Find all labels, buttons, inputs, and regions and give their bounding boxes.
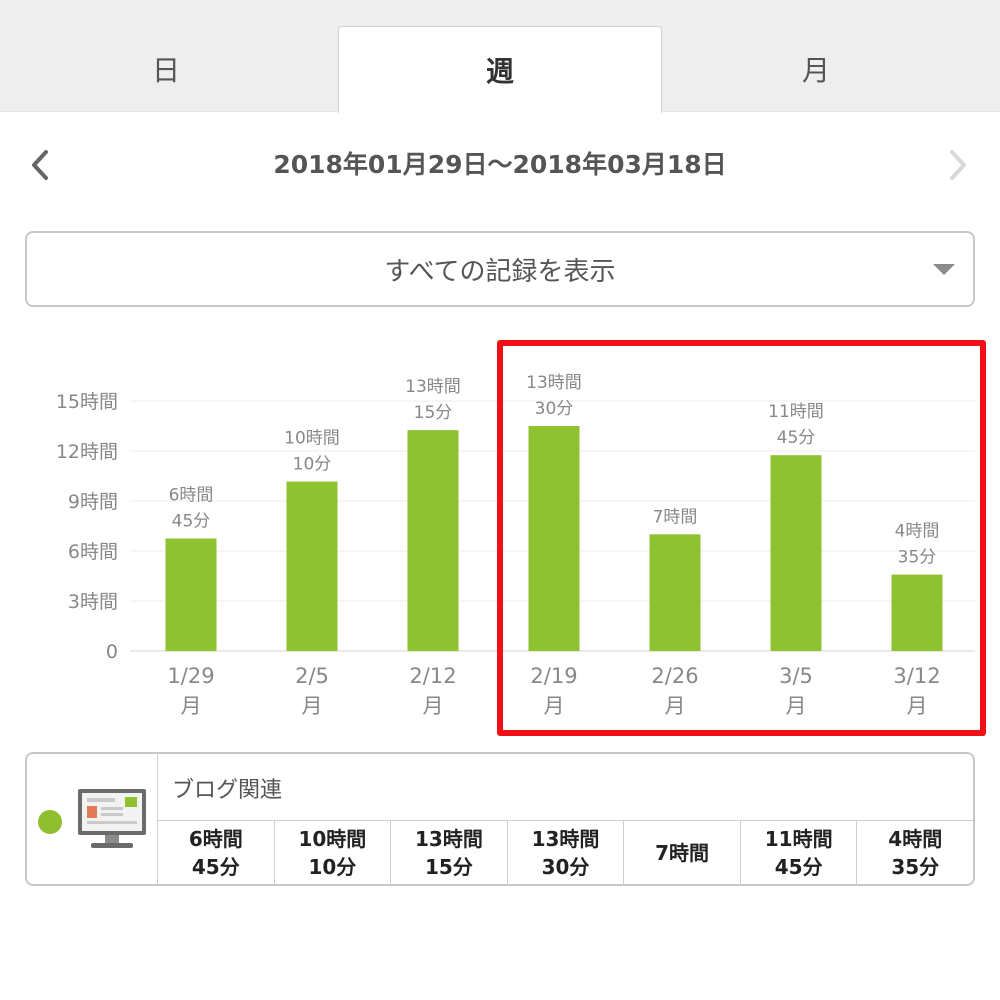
next-period-button[interactable]: [938, 142, 978, 188]
weekly-total-cell: 13時間 15分: [390, 821, 507, 884]
y-tick-label: 12時間: [56, 441, 118, 463]
monitor-icon: [78, 789, 146, 848]
weekly-total-text: 7時間: [655, 840, 710, 865]
bar-value-label: 10分: [293, 455, 332, 475]
bar: [286, 481, 338, 651]
x-category-weekday: 月: [423, 694, 444, 718]
y-tick-label: 6時間: [68, 541, 118, 563]
weekly-totals-row: 6時間 45分 10時間 10分 13時間 15分 13時間 30分 7時間 11時間 45分 4時間…: [158, 820, 973, 884]
prev-period-button[interactable]: [20, 142, 60, 188]
weekly-total-text: 6時間: [188, 826, 243, 851]
bar-value-label: 45分: [172, 512, 211, 532]
weekly-total-text: 10分: [308, 854, 357, 879]
bar: [165, 538, 217, 651]
category-name: ブログ関連: [172, 778, 283, 803]
y-tick-label: 15時間: [56, 391, 118, 413]
weekly-total-cell: 10時間 10分: [273, 821, 391, 884]
bar-value-label: 6時間: [169, 486, 214, 506]
period-tab-bar: 日 週 月: [0, 0, 1000, 113]
weekly-total-cell: 7時間: [623, 821, 740, 884]
chevron-left-icon: [32, 150, 48, 180]
weekly-total-text: 13時間: [415, 826, 483, 851]
bar-value-label: 15分: [414, 403, 453, 423]
weekly-total-text: 15分: [425, 854, 473, 879]
weekly-total-text: 45分: [774, 854, 823, 879]
y-tick-label: 0: [106, 641, 118, 663]
category-color-dot: [38, 810, 62, 834]
y-tick-label: 3時間: [68, 591, 118, 613]
weekly-total-cell: 4時間 35分: [856, 821, 973, 884]
date-range-title: 2018年01月29日〜2018年03月18日: [273, 150, 727, 179]
record-filter-value: すべての記録を表示: [384, 256, 616, 287]
caret-down-icon: [933, 264, 955, 275]
x-category-label: 1/29: [167, 664, 214, 688]
weekly-total-text: 30分: [541, 854, 590, 879]
bar-value-label: 13時間: [405, 377, 461, 397]
tab-month[interactable]: 月: [654, 26, 978, 112]
rewrite-period-highlight: [497, 340, 986, 736]
x-category-weekday: 月: [181, 694, 202, 718]
category-icon-area: [27, 754, 158, 884]
weekly-total-cell: 6時間 45分: [158, 821, 274, 884]
weekly-total-text: 45分: [191, 854, 240, 879]
category-summary-card[interactable]: ブログ関連 6時間 45分 10時間 10分 13時間 15分 13時間 30分 7時間 11時間…: [25, 752, 975, 886]
bar: [407, 430, 459, 651]
weekly-total-cell: 11時間 45分: [739, 821, 857, 884]
weekly-total-text: 13時間: [531, 826, 600, 851]
y-tick-label: 9時間: [68, 491, 118, 513]
weekly-total-cell: 13時間 30分: [506, 821, 624, 884]
date-navigation: 2018年01月29日〜2018年03月18日: [0, 130, 1000, 200]
x-category-label: 2/12: [409, 664, 456, 688]
x-category-weekday: 月: [302, 694, 323, 718]
weekly-total-text: 11時間: [764, 826, 833, 851]
x-category-label: 2/5: [295, 664, 329, 688]
weekly-total-text: 4時間: [888, 826, 943, 851]
chevron-right-icon: [950, 150, 966, 180]
weekly-total-text: 35分: [891, 854, 940, 879]
tab-week[interactable]: 週: [338, 26, 662, 113]
tab-day[interactable]: 日: [4, 26, 328, 112]
weekly-total-text: 10時間: [298, 826, 367, 851]
record-filter-select[interactable]: すべての記録を表示: [25, 231, 975, 307]
bar-value-label: 10時間: [284, 429, 340, 449]
